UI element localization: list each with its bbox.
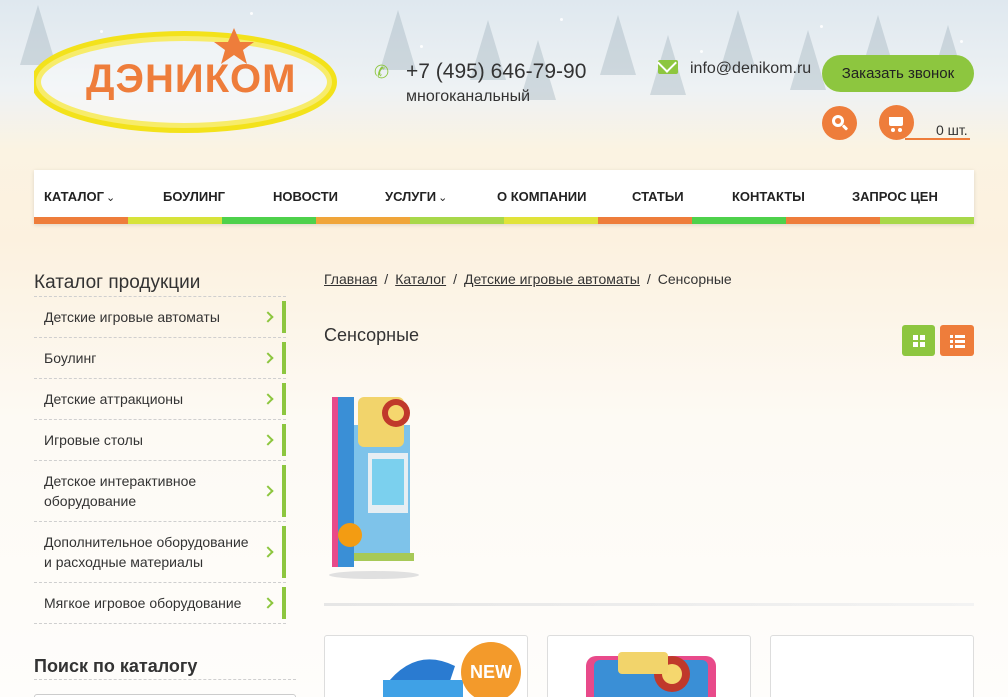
page-title: Сенсорные xyxy=(324,325,420,345)
divider xyxy=(324,603,974,606)
sidebar-title: Каталог продукции xyxy=(34,272,201,293)
nav-stripe xyxy=(316,217,410,224)
chevron-down-icon: ⌄ xyxy=(105,192,116,204)
chevron-right-icon xyxy=(262,546,274,558)
catalog-search-title: Поиск по каталогу xyxy=(34,656,198,676)
phone-note: многоканальный xyxy=(406,88,531,105)
sidebar-item-accent xyxy=(282,587,286,619)
nav-item-bowling[interactable]: БОУЛИНГ xyxy=(163,170,243,224)
sidebar-item-label: Игровые столы xyxy=(44,432,143,448)
phone-icon: ✆ xyxy=(374,62,390,82)
nav-item-services[interactable]: УСЛУГИ ⌄ xyxy=(385,170,475,224)
sidebar-item-accent xyxy=(282,526,286,578)
cart-count[interactable]: 0 шт. xyxy=(936,122,968,138)
nav-item-about[interactable]: О КОМПАНИИ xyxy=(497,170,597,224)
new-badge: NEW xyxy=(461,642,521,697)
logo[interactable]: ДЭНИКОМ xyxy=(34,20,364,135)
sidebar-item[interactable]: Детские игровые автоматы xyxy=(34,296,286,337)
nav-stripe xyxy=(598,217,692,224)
nav-item-articles[interactable]: СТАТЬИ xyxy=(632,170,702,224)
nav-stripe xyxy=(34,217,128,224)
breadcrumb-catalog[interactable]: Каталог xyxy=(395,271,446,287)
sidebar-item[interactable]: Детское интерактивное оборудование xyxy=(34,460,286,521)
order-call-button[interactable]: Заказать звонок xyxy=(822,55,974,92)
breadcrumb-kids-machines[interactable]: Детские игровые автоматы xyxy=(464,271,640,287)
chevron-right-icon xyxy=(262,597,274,609)
nav-stripe xyxy=(504,217,598,224)
chevron-right-icon xyxy=(262,393,274,405)
sidebar-item-accent xyxy=(282,424,286,456)
grid-view-button[interactable] xyxy=(902,325,935,356)
email-link[interactable]: info@denikom.ru xyxy=(690,60,811,78)
nav-color-stripes xyxy=(34,217,974,224)
sidebar-item[interactable]: Игровые столы xyxy=(34,419,286,460)
nav-item-contacts[interactable]: КОНТАКТЫ xyxy=(732,170,822,224)
nav-stripe xyxy=(786,217,880,224)
sidebar-item[interactable]: Детские аттракционы xyxy=(34,378,286,419)
chevron-right-icon xyxy=(262,485,274,497)
sidebar-item-label: Мягкое игровое оборудование xyxy=(44,595,242,611)
sidebar-item-accent xyxy=(282,301,286,333)
sidebar-item-accent xyxy=(282,465,286,517)
list-view-button[interactable] xyxy=(940,325,974,356)
chevron-down-icon: ⌄ xyxy=(438,192,448,204)
nav-stripe xyxy=(880,217,974,224)
cart-underline xyxy=(905,138,970,140)
sidebar-item[interactable]: Дополнительное оборудование и расходные … xyxy=(34,521,286,582)
sidebar-item-label: Детские игровые автоматы xyxy=(44,309,220,325)
breadcrumb-home[interactable]: Главная xyxy=(324,271,377,287)
chevron-right-icon xyxy=(262,352,274,364)
breadcrumb-current: Сенсорные xyxy=(657,271,732,287)
main-nav: КАТАЛОГ ⌄ БОУЛИНГ НОВОСТИ УСЛУГИ ⌄ О КОМПА… xyxy=(34,170,974,224)
sidebar-item[interactable]: Мягкое игровое оборудование xyxy=(34,582,286,624)
product-card[interactable] xyxy=(547,635,751,697)
sidebar-item-label: Дополнительное оборудование и расходные … xyxy=(44,534,249,570)
nav-stripe xyxy=(222,217,316,224)
nav-stripe xyxy=(410,217,504,224)
logo-text: ДЭНИКОМ xyxy=(86,57,296,101)
category-image[interactable] xyxy=(324,385,424,585)
sidebar-item-label: Детское интерактивное оборудование xyxy=(44,473,197,509)
breadcrumb: Главная / Каталог / Детские игровые автоматы… xyxy=(324,271,732,287)
sidebar-item-accent xyxy=(282,342,286,374)
product-image xyxy=(586,652,716,697)
sidebar-item-label: Боулинг xyxy=(44,350,97,366)
product-card[interactable] xyxy=(770,635,974,697)
nav-item-price-request[interactable]: ЗАПРОС ЦЕН xyxy=(852,170,952,224)
search-button[interactable] xyxy=(822,106,857,140)
sidebar-item[interactable]: Боулинг xyxy=(34,337,286,378)
phone-number[interactable]: +7 (495) 646-79-90 xyxy=(406,60,586,84)
chevron-right-icon xyxy=(262,311,274,323)
divider xyxy=(34,679,296,680)
chevron-right-icon xyxy=(262,434,274,446)
sidebar-item-label: Детские аттракционы xyxy=(44,391,184,407)
sidebar-catalog-list: Детские игровые автоматы Боулинг Детские а… xyxy=(34,296,286,624)
mail-icon xyxy=(658,60,678,74)
product-card[interactable]: NEW xyxy=(324,635,528,697)
sidebar-item-accent xyxy=(282,383,286,415)
cart-button[interactable] xyxy=(879,105,914,140)
nav-item-catalog[interactable]: КАТАЛОГ ⌄ xyxy=(44,170,144,224)
nav-stripe xyxy=(128,217,222,224)
nav-item-news[interactable]: НОВОСТИ xyxy=(273,170,353,224)
nav-stripe xyxy=(692,217,786,224)
cart-icon xyxy=(889,117,903,126)
